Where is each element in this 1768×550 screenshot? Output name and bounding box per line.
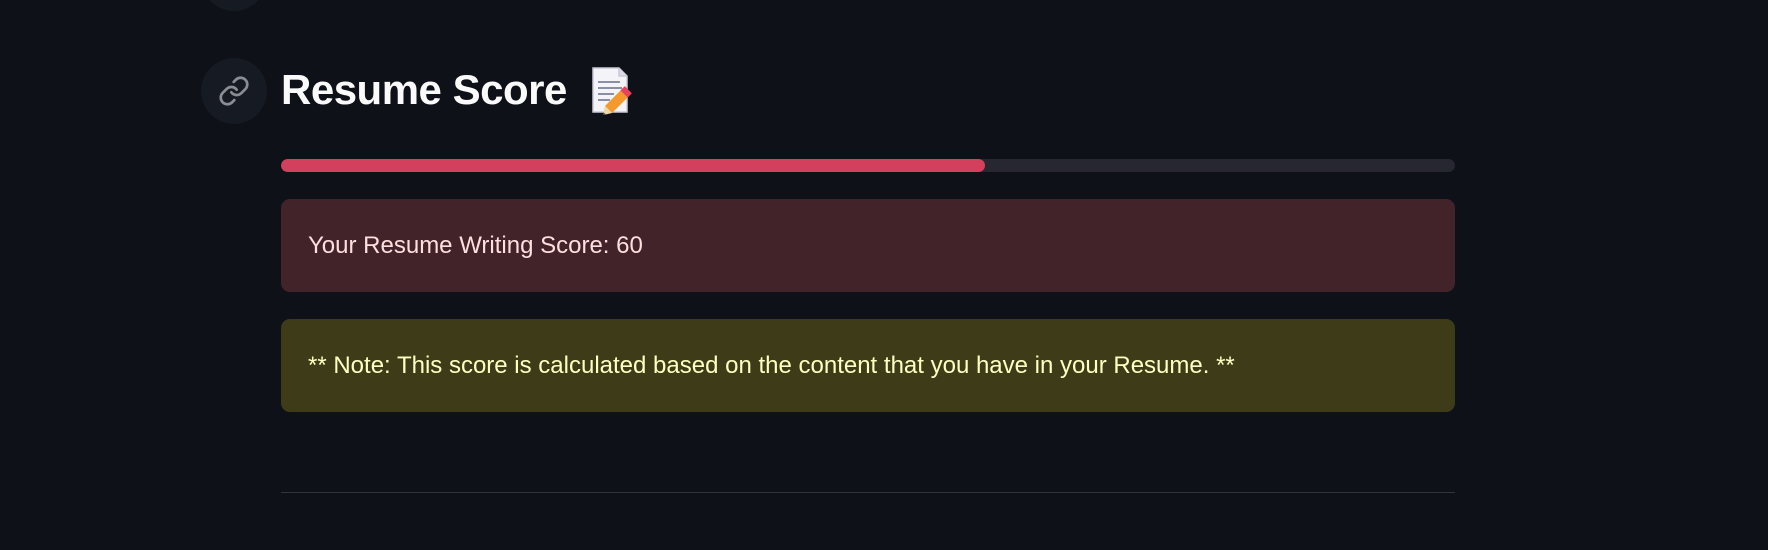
page: Resume Score Your Resume Writing Score: …: [0, 0, 1768, 550]
note-alert: ** Note: This score is calculated based …: [281, 319, 1455, 412]
score-alert: Your Resume Writing Score: 60: [281, 199, 1455, 292]
score-progress-bar: [281, 159, 1455, 172]
link-icon: [219, 76, 249, 106]
note-alert-text: ** Note: This score is calculated based …: [308, 351, 1235, 379]
divider: [281, 492, 1455, 493]
previous-section-anchor-button[interactable]: [201, 0, 267, 11]
section-anchor-button[interactable]: [201, 58, 267, 124]
memo-icon: [592, 67, 632, 115]
score-progress-fill: [281, 159, 986, 172]
score-alert-text: Your Resume Writing Score: 60: [308, 231, 643, 259]
section-heading: Resume Score: [281, 62, 635, 118]
section-title: Resume Score: [281, 66, 567, 113]
